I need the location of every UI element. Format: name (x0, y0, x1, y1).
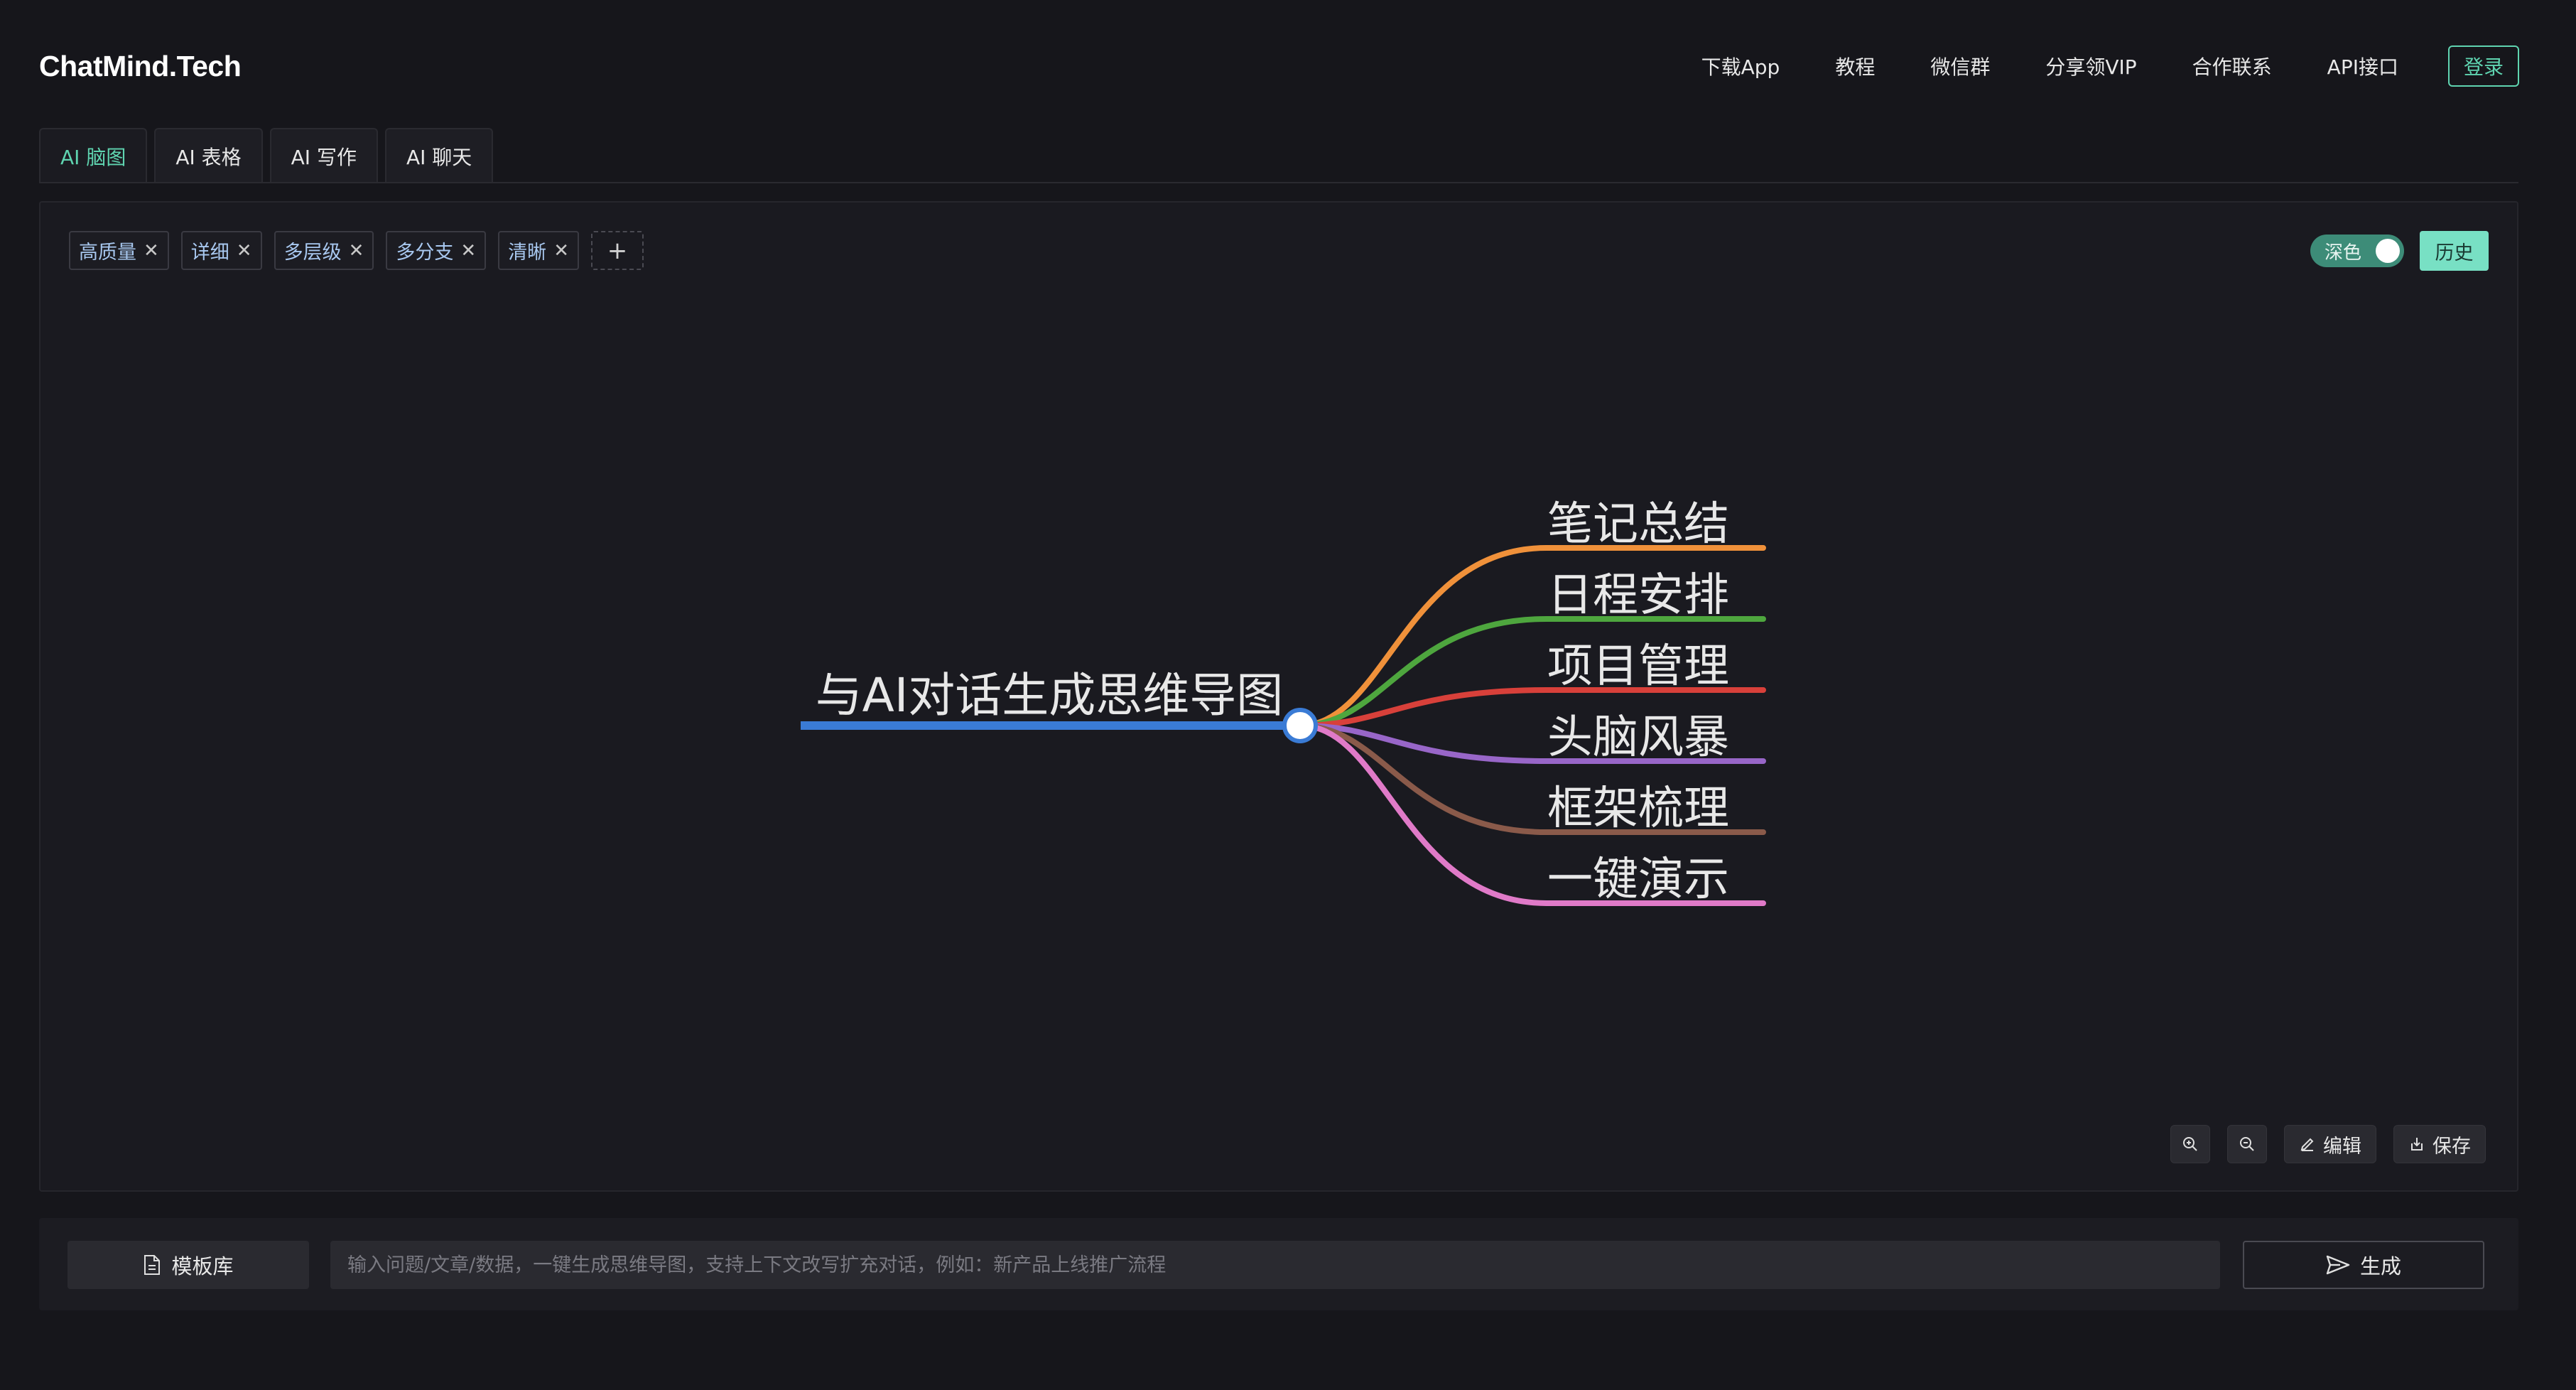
nav-download-app[interactable]: 下载App (1701, 52, 1780, 80)
close-icon[interactable]: ✕ (553, 240, 569, 262)
nav-cooperation[interactable]: 合作联系 (2192, 52, 2272, 80)
tag-clear: 清晰 ✕ (498, 231, 579, 270)
close-icon[interactable]: ✕ (144, 240, 159, 262)
edit-button[interactable]: 编辑 (2284, 1125, 2376, 1163)
mindmap-canvas[interactable]: 笔记总结日程安排项目管理头脑风暴框架梳理一键演示 与AI对话生成思维导图 (40, 203, 2520, 1193)
zoom-in-button[interactable] (2170, 1125, 2210, 1163)
toggle-knob (2376, 239, 2400, 263)
branch-node-label[interactable]: 框架梳理 (1547, 782, 1729, 835)
close-icon[interactable]: ✕ (237, 240, 252, 262)
branch-node-label[interactable]: 日程安排 (1547, 569, 1729, 622)
canvas-tools: 编辑 保存 (2153, 1125, 2486, 1163)
login-button[interactable]: 登录 (2447, 45, 2519, 87)
tag-label: 高质量 (79, 242, 136, 264)
root-node-label[interactable]: 与AI对话生成思维导图 (816, 668, 1284, 723)
style-tags: 高质量 ✕ 详细 ✕ 多层级 ✕ 多分支 ✕ 清晰 ✕ + (69, 231, 644, 270)
tabs-divider (39, 182, 2518, 183)
prompt-bar: 模板库 生成 (39, 1218, 2518, 1310)
nav-share-vip[interactable]: 分享领VIP (2045, 52, 2136, 80)
logo[interactable]: ChatMind.Tech (39, 50, 242, 83)
edit-label: 编辑 (2323, 1135, 2361, 1158)
save-label: 保存 (2432, 1135, 2471, 1158)
template-library-label: 模板库 (171, 1254, 234, 1278)
nav-api[interactable]: API接口 (2327, 52, 2398, 80)
generate-label: 生成 (2359, 1256, 2401, 1278)
zoom-in-icon (2183, 1137, 2197, 1151)
close-icon[interactable]: ✕ (349, 240, 364, 262)
close-icon[interactable]: ✕ (460, 240, 476, 262)
tab-ai-mindmap[interactable]: AI 脑图 (39, 128, 148, 183)
zoom-out-icon (2240, 1137, 2254, 1151)
panel-top-actions: 深色 历史 (2310, 231, 2489, 271)
download-icon (2411, 1138, 2423, 1151)
root-collapse-node[interactable] (1282, 708, 1318, 743)
header: ChatMind.Tech 下载App 教程 微信群 分享领VIP 合作联系 A… (0, 0, 2576, 128)
tag-label: 多分支 (396, 242, 454, 264)
add-tag-button[interactable]: + (590, 231, 644, 270)
template-library-button[interactable]: 模板库 (67, 1241, 309, 1289)
tag-label: 清晰 (508, 242, 547, 264)
tag-label: 多层级 (283, 242, 342, 264)
send-icon (2326, 1255, 2350, 1275)
document-icon (144, 1255, 161, 1275)
mode-tabs: AI 脑图 AI 表格 AI 写作 AI 聊天 (39, 128, 500, 183)
save-button[interactable]: 保存 (2393, 1125, 2486, 1163)
zoom-out-button[interactable] (2227, 1125, 2267, 1163)
tag-label: 详细 (190, 242, 229, 264)
nav-wechat-group[interactable]: 微信群 (1930, 52, 1990, 80)
pencil-icon (2300, 1138, 2314, 1151)
tab-ai-table[interactable]: AI 表格 (154, 128, 263, 183)
mindmap-branches: 笔记总结日程安排项目管理头脑风暴框架梳理一键演示 (1297, 498, 1766, 906)
toggle-label: 深色 (2325, 242, 2362, 264)
tag-multi-level: 多层级 ✕ (274, 231, 374, 270)
branch-node-label[interactable]: 一键演示 (1547, 853, 1729, 906)
branch-node-label[interactable]: 项目管理 (1547, 640, 1729, 693)
branch-node-label[interactable]: 笔记总结 (1547, 498, 1729, 551)
tab-ai-writing[interactable]: AI 写作 (269, 128, 378, 183)
branch-node-label[interactable]: 头脑风暴 (1547, 711, 1729, 764)
generate-button[interactable]: 生成 (2243, 1241, 2484, 1289)
tag-high-quality: 高质量 ✕ (69, 231, 169, 270)
prompt-input[interactable] (330, 1241, 2220, 1289)
top-nav: 下载App 教程 微信群 分享领VIP 合作联系 API接口 登录 (1646, 44, 2519, 88)
mindmap-panel: 笔记总结日程安排项目管理头脑风暴框架梳理一键演示 与AI对话生成思维导图 高质量… (39, 201, 2518, 1192)
dark-mode-toggle[interactable]: 深色 (2310, 235, 2404, 267)
history-button[interactable]: 历史 (2420, 231, 2489, 271)
tab-ai-chat[interactable]: AI 聊天 (384, 128, 494, 183)
nav-tutorial[interactable]: 教程 (1835, 52, 1875, 80)
tag-multi-branch: 多分支 ✕ (386, 231, 487, 270)
tag-detailed: 详细 ✕ (180, 231, 262, 270)
